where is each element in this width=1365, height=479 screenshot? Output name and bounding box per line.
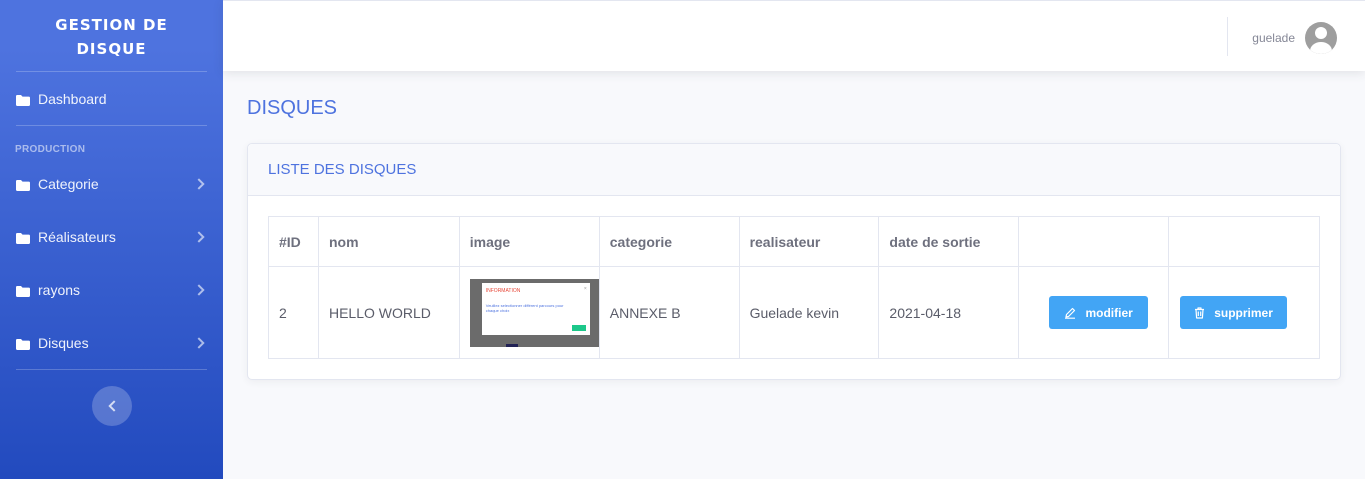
folder-icon bbox=[16, 178, 30, 191]
sidebar-item-rayons[interactable]: rayons bbox=[0, 263, 223, 316]
col-id: #ID bbox=[268, 216, 319, 267]
table-header-row: #ID nom image categorie realisateur date… bbox=[268, 216, 1320, 267]
cell-image: INFORMATION × Veuillez selectionner diff… bbox=[458, 266, 600, 359]
cell-edit: modifier bbox=[1018, 266, 1170, 359]
brand[interactable]: GESTION DE DISQUE bbox=[0, 0, 223, 71]
disques-card: LISTE DES DISQUES #ID nom image categori… bbox=[247, 143, 1341, 380]
sidebar-item-label: Disques bbox=[38, 334, 89, 351]
trash-icon bbox=[1195, 306, 1205, 319]
cell-categorie: ANNEXE B bbox=[598, 266, 740, 359]
brand-line2: DISQUE bbox=[76, 39, 147, 58]
card-title: LISTE DES DISQUES bbox=[248, 144, 1340, 196]
sidebar-item-categorie[interactable]: Categorie bbox=[0, 157, 223, 210]
folder-icon bbox=[16, 231, 30, 244]
sidebar-item-realisateurs[interactable]: Réalisateurs bbox=[0, 210, 223, 263]
chevron-right-icon bbox=[193, 283, 205, 296]
username: guelade bbox=[1252, 31, 1295, 45]
topbar-divider bbox=[1227, 17, 1228, 56]
col-date: date de sortie bbox=[878, 216, 1020, 267]
col-categorie: categorie bbox=[598, 216, 740, 267]
page-title: DISQUES bbox=[247, 97, 338, 119]
sidebar-item-dashboard[interactable]: Dashboard bbox=[0, 72, 223, 125]
image-modal-ok bbox=[571, 324, 586, 331]
folder-icon bbox=[16, 337, 30, 350]
table-row: 2 HELLO WORLD INFORMATION × Veuillez sel… bbox=[268, 266, 1320, 359]
modifier-button[interactable]: modifier bbox=[1049, 296, 1149, 329]
image-modal-title: INFORMATION bbox=[485, 287, 521, 294]
pencil-icon bbox=[1065, 307, 1076, 319]
cell-id: 2 bbox=[268, 266, 319, 359]
disque-image[interactable]: INFORMATION × Veuillez selectionner diff… bbox=[469, 278, 599, 347]
user-menu[interactable]: guelade bbox=[1252, 22, 1337, 54]
cell-date: 2021-04-18 bbox=[878, 266, 1020, 359]
sidebar-heading: PRODUCTION bbox=[15, 144, 86, 155]
disques-table: #ID nom image categorie realisateur date… bbox=[268, 216, 1320, 359]
sidebar-item-label: Categorie bbox=[38, 175, 99, 192]
chevron-right-icon bbox=[193, 336, 205, 349]
brand-line1: GESTION DE bbox=[55, 15, 168, 34]
close-icon: × bbox=[583, 285, 587, 292]
cell-realisateur: Guelade kevin bbox=[738, 266, 880, 359]
sidebar-item-label: Dashboard bbox=[38, 90, 107, 107]
chevron-right-icon bbox=[193, 177, 205, 190]
topbar: guelade bbox=[223, 0, 1365, 71]
col-image: image bbox=[458, 216, 600, 267]
chevron-right-icon bbox=[193, 230, 205, 243]
modifier-label: modifier bbox=[1085, 305, 1133, 320]
col-realisateur: realisateur bbox=[738, 216, 880, 267]
sidebar-item-disques[interactable]: Disques bbox=[0, 316, 223, 369]
folder-icon bbox=[16, 93, 30, 106]
cell-delete: supprimer bbox=[1168, 266, 1320, 359]
cell-nom: HELLO WORLD bbox=[317, 266, 460, 359]
supprimer-button[interactable]: supprimer bbox=[1180, 296, 1288, 329]
folder-icon bbox=[16, 284, 30, 297]
sidebar-item-label: Réalisateurs bbox=[38, 228, 116, 245]
sidebar: GESTION DE DISQUE Dashboard PRODUCTION C… bbox=[0, 0, 223, 479]
avatar bbox=[1305, 22, 1337, 54]
col-delete bbox=[1168, 216, 1320, 267]
col-edit bbox=[1018, 216, 1170, 267]
image-modal-text: Veuillez selectionner différent parcours… bbox=[485, 302, 564, 313]
sidebar-item-label: rayons bbox=[38, 281, 81, 298]
sidebar-toggle-button[interactable] bbox=[91, 386, 132, 426]
image-bar bbox=[505, 343, 518, 347]
supprimer-label: supprimer bbox=[1214, 305, 1273, 320]
col-nom: nom bbox=[317, 216, 460, 267]
image-modal-preview: INFORMATION × Veuillez selectionner diff… bbox=[481, 282, 590, 335]
sidebar-toggle-wrap bbox=[0, 370, 223, 426]
